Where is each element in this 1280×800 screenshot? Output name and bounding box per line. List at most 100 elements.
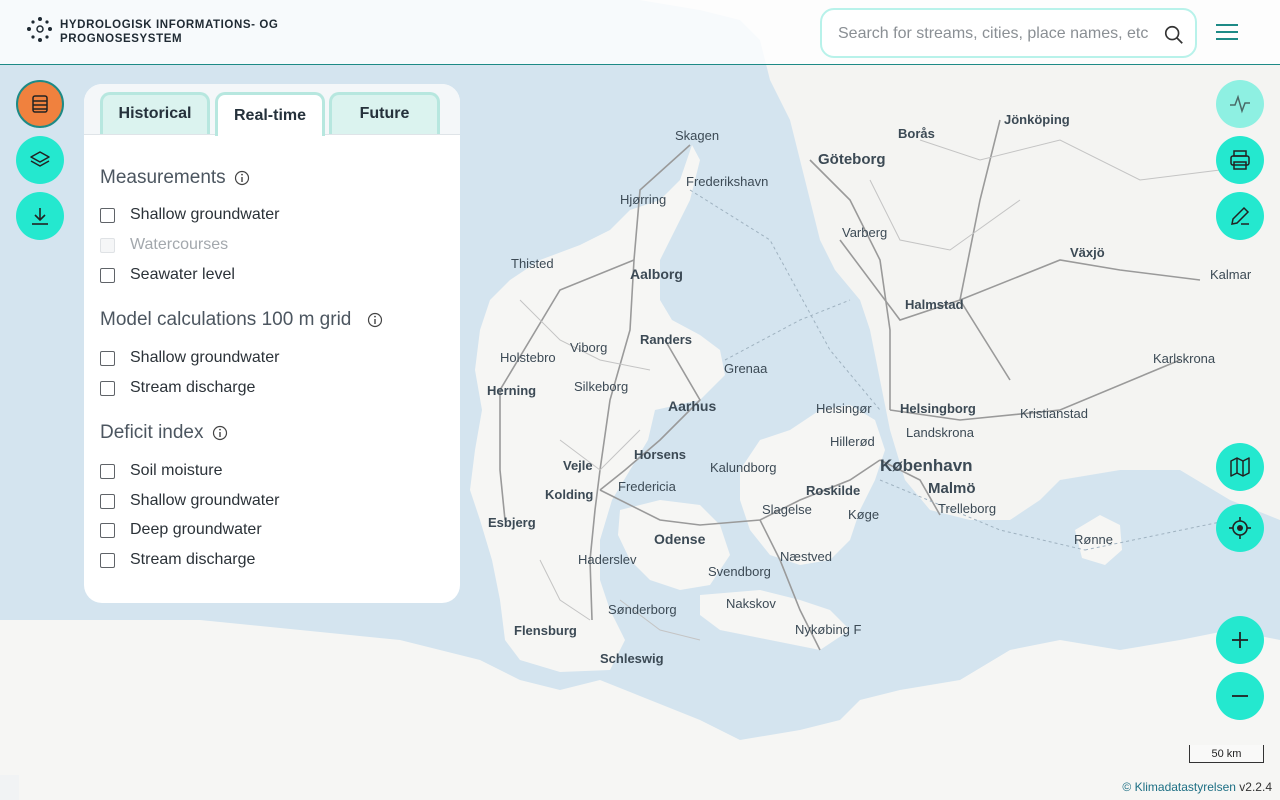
checkbox[interactable] <box>100 268 115 283</box>
map-label: Malmö <box>928 480 976 497</box>
header-bar: HYDROLOGISK INFORMATIONS- OG PROGNOSESYS… <box>0 0 1280 65</box>
map-label: Landskrona <box>906 425 975 440</box>
app-title-line1: HYDROLOGISK INFORMATIONS- OG <box>60 19 279 31</box>
layers-button[interactable] <box>16 136 64 184</box>
graph-icon <box>1230 94 1250 114</box>
zoom-out-icon <box>1232 695 1248 697</box>
section-title-deficit-index: Deficit index <box>100 422 204 443</box>
map-label: Sønderborg <box>608 602 677 617</box>
scale-bar: 50 km <box>1189 745 1264 763</box>
attribution: © Klimadatastyrelsen v2.2.4 <box>1122 780 1272 794</box>
map-label: København <box>880 456 973 475</box>
corner-widget <box>0 775 19 800</box>
info-icon[interactable] <box>212 425 228 441</box>
map-label: Aarhus <box>668 398 716 414</box>
map-label: Vejle <box>563 458 593 473</box>
locate-icon <box>1229 517 1251 539</box>
map-label: Schleswig <box>600 651 664 666</box>
checkbox[interactable] <box>100 464 115 479</box>
map-label: Haderslev <box>578 552 637 567</box>
map-label: Næstved <box>780 549 832 564</box>
search-box[interactable] <box>820 8 1197 58</box>
search-icon[interactable] <box>1163 24 1185 46</box>
list-view-button[interactable] <box>16 80 64 128</box>
section-title-model-calculations: Model calculations 100 m grid <box>100 309 352 330</box>
map-label: Frederikshavn <box>686 174 768 189</box>
edit-icon <box>1231 206 1250 225</box>
checkbox[interactable] <box>100 351 115 366</box>
option-label: Soil moisture <box>130 462 223 479</box>
checkbox[interactable] <box>100 553 115 568</box>
map-label: Grenaa <box>724 361 768 376</box>
graph-button[interactable] <box>1216 80 1264 128</box>
basemap-button[interactable] <box>1216 443 1264 491</box>
map-label: Aalborg <box>630 266 683 282</box>
layers-icon <box>30 151 50 167</box>
search-input[interactable] <box>838 22 1148 46</box>
info-icon[interactable] <box>367 312 383 328</box>
download-button[interactable] <box>16 192 64 240</box>
checkbox[interactable] <box>100 381 115 396</box>
version-label: v2.2.4 <box>1239 780 1272 794</box>
map-label: Borås <box>898 126 935 141</box>
option-label: Seawater level <box>130 266 235 283</box>
zoom-in-button[interactable] <box>1216 616 1264 664</box>
map-label: Kolding <box>545 487 593 502</box>
map-label: Silkeborg <box>574 379 628 394</box>
map-label: Odense <box>654 531 706 547</box>
map-label: Køge <box>848 507 879 522</box>
map-label: Fredericia <box>618 479 677 494</box>
map-label: Göteborg <box>818 151 886 168</box>
time-tabs: Historical Real-time Future <box>84 84 460 136</box>
map-label: Herning <box>487 383 536 398</box>
map-label: Kristianstad <box>1020 406 1088 421</box>
option-label: Watercourses <box>130 236 229 253</box>
tab-future[interactable]: Future <box>329 92 440 134</box>
map-label: Kalundborg <box>710 460 777 475</box>
map-label: Helsingborg <box>900 401 976 416</box>
map-label: Halmstad <box>905 297 964 312</box>
map-label: Holstebro <box>500 350 556 365</box>
map-label: Kalmar <box>1210 267 1252 282</box>
hamburger-menu-icon[interactable] <box>1214 20 1240 42</box>
map-label: Roskilde <box>806 483 860 498</box>
locate-button[interactable] <box>1216 504 1264 552</box>
map-label: Randers <box>640 332 692 347</box>
checkbox-disabled <box>100 238 115 253</box>
map-label: Viborg <box>570 340 607 355</box>
app-title-line2: PROGNOSESYSTEM <box>60 33 183 45</box>
option-label: Shallow groundwater <box>130 349 280 366</box>
print-icon <box>1230 150 1250 170</box>
map-label: Varberg <box>842 225 887 240</box>
map-label: Trelleborg <box>938 501 996 516</box>
map-label: Thisted <box>511 256 554 271</box>
option-label: Deep groundwater <box>130 521 262 538</box>
print-button[interactable] <box>1216 136 1264 184</box>
draw-button[interactable] <box>1216 192 1264 240</box>
logo-icon[interactable] <box>26 16 54 44</box>
option-label: Stream discharge <box>130 379 256 396</box>
map-label: Hjørring <box>620 192 666 207</box>
checkbox[interactable] <box>100 208 115 223</box>
map-label: Esbjerg <box>488 515 536 530</box>
map-icon <box>1230 457 1250 477</box>
section-title-measurements: Measurements <box>100 167 226 188</box>
attribution-link[interactable]: © Klimadatastyrelsen <box>1122 780 1236 794</box>
option-label: Shallow groundwater <box>130 492 280 509</box>
tab-historical[interactable]: Historical <box>100 92 210 134</box>
list-icon <box>32 95 48 113</box>
map-label: Rønne <box>1074 532 1113 547</box>
map-label: Karlskrona <box>1153 351 1216 366</box>
download-icon <box>32 208 48 225</box>
option-label: Stream discharge <box>130 551 256 568</box>
tab-real-time[interactable]: Real-time <box>215 92 325 136</box>
checkbox[interactable] <box>100 494 115 509</box>
map-label: Växjö <box>1070 245 1105 260</box>
zoom-out-button[interactable] <box>1216 672 1264 720</box>
map-label: Nakskov <box>726 596 776 611</box>
map-label: Svendborg <box>708 564 771 579</box>
info-icon[interactable] <box>234 170 250 186</box>
checkbox[interactable] <box>100 523 115 538</box>
map-label: Jönköping <box>1004 112 1070 127</box>
zoom-in-icon <box>1232 632 1248 648</box>
